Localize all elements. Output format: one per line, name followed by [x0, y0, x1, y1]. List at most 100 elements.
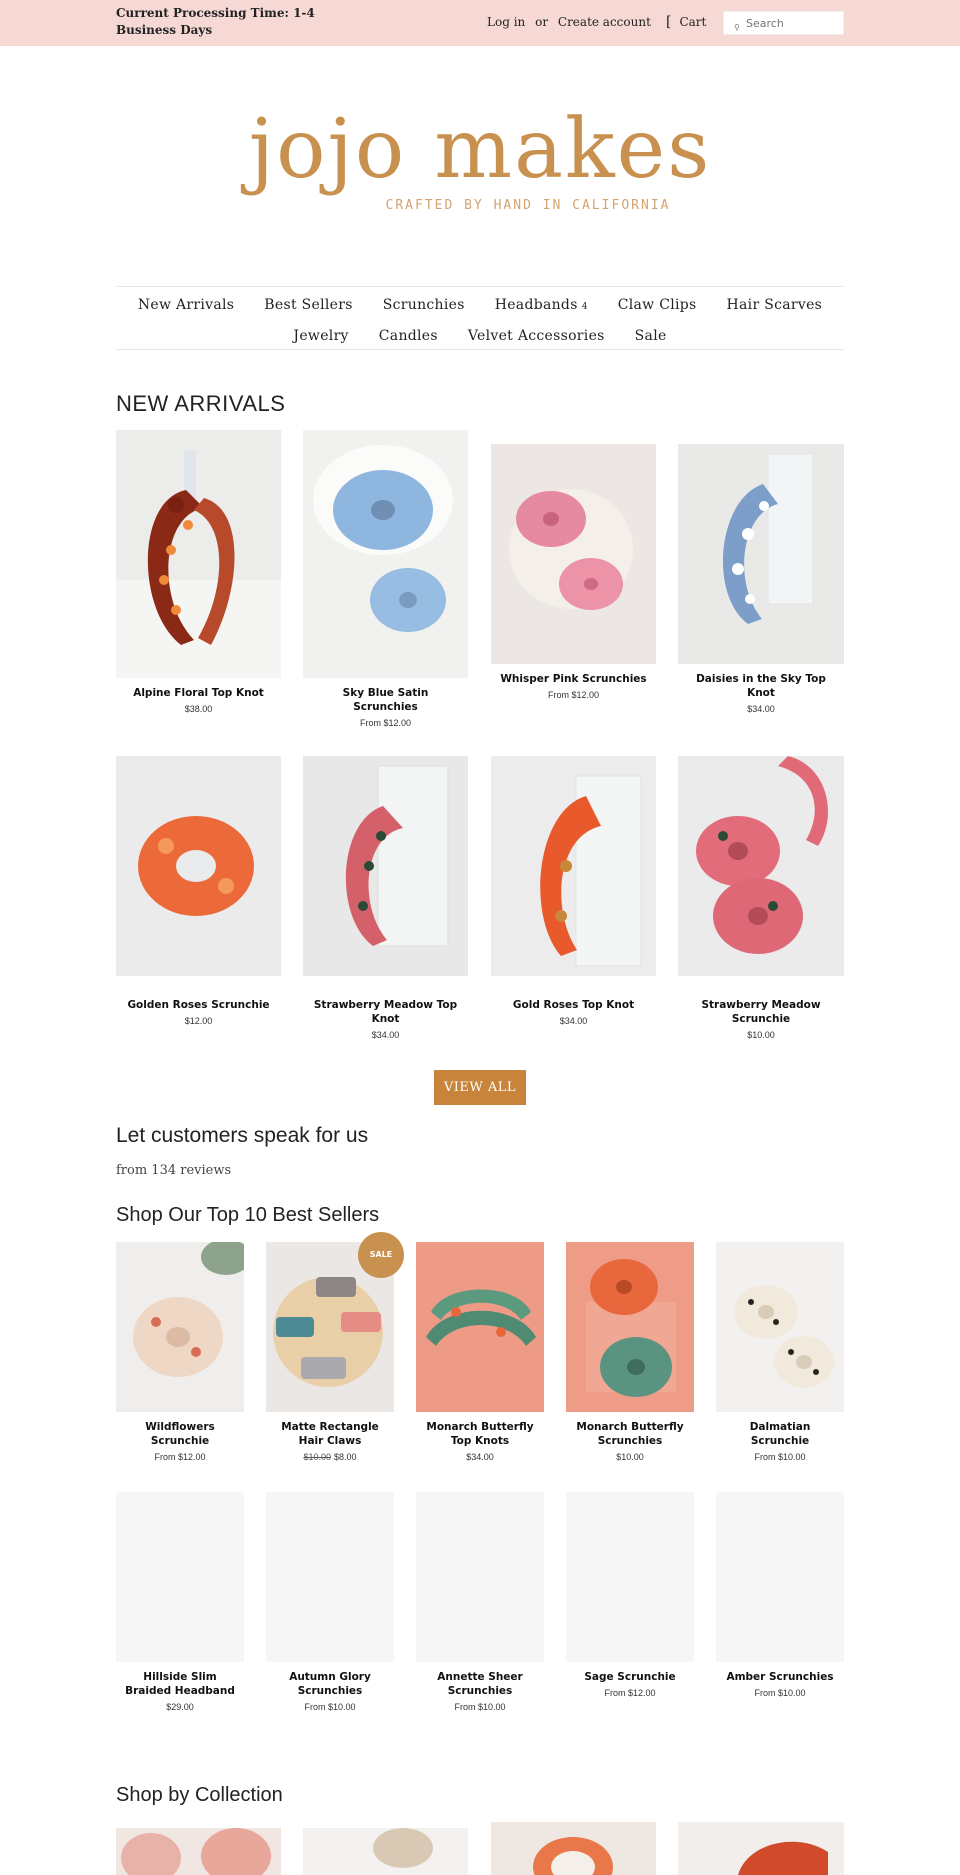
sale-price: $8.00: [334, 1452, 357, 1462]
product-price: From $12.00: [547, 690, 600, 700]
nav-new-arrivals[interactable]: New Arrivals: [138, 297, 234, 313]
product-title[interactable]: Golden Roses Scrunchie: [116, 998, 281, 1012]
product-title[interactable]: Hillside Slim Braided Headband: [116, 1670, 244, 1698]
product-price: From $12.00: [604, 1688, 656, 1698]
product-card[interactable]: Daisies in the Sky Top Knot $34.00: [678, 444, 844, 714]
product-title[interactable]: Autumn Glory Scrunchies: [266, 1670, 394, 1698]
product-price: $10.00: [747, 1030, 775, 1040]
product-image-placeholder[interactable]: [566, 1492, 694, 1662]
product-image[interactable]: [566, 1242, 694, 1412]
product-price: $12.00: [184, 1016, 213, 1026]
collection-card[interactable]: [303, 1828, 468, 1875]
scrunchie-photo: [678, 756, 844, 976]
nav-candles[interactable]: Candles: [379, 328, 438, 344]
headband-photo: [116, 430, 281, 678]
logo-wordmark: jojo makes: [248, 102, 712, 197]
product-card[interactable]: Monarch Butterfly Top Knots $34.00: [416, 1242, 544, 1462]
product-card[interactable]: Autumn Glory Scrunchies From $10.00: [266, 1492, 394, 1712]
product-image[interactable]: [116, 756, 281, 976]
product-card[interactable]: Strawberry Meadow Scrunchie $10.00: [678, 756, 844, 1040]
product-title[interactable]: Alpine Floral Top Knot: [116, 686, 281, 700]
product-card[interactable]: Strawberry Meadow Top Knot $34.00: [303, 756, 468, 1040]
product-image[interactable]: [416, 1242, 544, 1412]
product-title[interactable]: Sage Scrunchie: [566, 1670, 694, 1684]
product-card[interactable]: Wildflowers Scrunchie From $12.00: [116, 1242, 244, 1462]
nav-jewelry[interactable]: Jewelry: [293, 328, 348, 344]
new-arrivals-heading: NEW ARRIVALS: [116, 391, 286, 416]
product-title[interactable]: Dalmatian Scrunchie: [716, 1420, 844, 1448]
product-price: From $12.00: [154, 1452, 206, 1462]
product-title[interactable]: Strawberry Meadow Scrunchie: [678, 998, 844, 1026]
product-title[interactable]: Annette Sheer Scrunchies: [416, 1670, 544, 1698]
product-price: From $10.00: [754, 1452, 806, 1462]
login-link[interactable]: Log in: [487, 15, 525, 29]
product-card[interactable]: Whisper Pink Scrunchies From $12.00: [491, 444, 656, 700]
nav-sale[interactable]: Sale: [635, 328, 667, 344]
product-title[interactable]: Wildflowers Scrunchie: [116, 1420, 244, 1448]
processing-time-notice: Current Processing Time: 1-4 Business Da…: [116, 6, 315, 37]
product-title[interactable]: Monarch Butterfly Top Knots: [416, 1420, 544, 1448]
product-title[interactable]: Matte Rectangle Hair Claws: [266, 1420, 394, 1448]
product-price: $34.00: [371, 1030, 400, 1040]
product-card[interactable]: Hillside Slim Braided Headband $29.00: [116, 1492, 244, 1712]
product-card[interactable]: Golden Roses Scrunchie $12.00: [116, 756, 281, 1026]
product-card[interactable]: Amber Scrunchies From $10.00: [716, 1492, 844, 1698]
product-image-placeholder[interactable]: [716, 1492, 844, 1662]
product-image-placeholder[interactable]: [116, 1492, 244, 1662]
site-logo[interactable]: jojo makes CRAFTED BY HAND IN CALIFORNIA: [0, 100, 960, 213]
product-card[interactable]: Sage Scrunchie From $12.00: [566, 1492, 694, 1698]
nav-headbands[interactable]: Headbands 4: [495, 297, 588, 313]
product-price: $38.00: [184, 704, 213, 714]
product-image[interactable]: [303, 430, 468, 678]
reviews-count[interactable]: from 134 reviews: [116, 1163, 231, 1178]
nav-headbands-label: Headbands: [494, 296, 578, 313]
collection-image[interactable]: [116, 1828, 281, 1875]
collection-image[interactable]: [678, 1822, 844, 1875]
nav-claw-clips[interactable]: Claw Clips: [618, 297, 697, 313]
nav-velvet-accessories[interactable]: Velvet Accessories: [468, 328, 605, 344]
product-title[interactable]: Whisper Pink Scrunchies: [491, 672, 656, 686]
product-card[interactable]: Sky Blue Satin Scrunchies From $12.00: [303, 430, 468, 728]
nav-hair-scarves[interactable]: Hair Scarves: [727, 297, 823, 313]
create-account-link[interactable]: Create account: [558, 15, 651, 29]
search-box[interactable]: ⚲: [723, 11, 844, 35]
product-image[interactable]: [491, 756, 656, 976]
product-title[interactable]: Monarch Butterfly Scrunchies: [566, 1420, 694, 1448]
product-image[interactable]: [491, 444, 656, 664]
product-title[interactable]: Gold Roses Top Knot: [491, 998, 656, 1012]
product-image[interactable]: [678, 756, 844, 976]
product-card[interactable]: Monarch Butterfly Scrunchies $10.00: [566, 1242, 694, 1462]
collection-card[interactable]: [491, 1822, 656, 1875]
collection-card[interactable]: [678, 1822, 844, 1875]
cart-link[interactable]: [Cart: [666, 14, 706, 30]
scrunchie-photo: [491, 444, 656, 664]
collection-photo: [116, 1828, 281, 1875]
nav-best-sellers[interactable]: Best Sellers: [264, 297, 352, 313]
cart-label: Cart: [679, 15, 707, 29]
headband-photo: [491, 756, 656, 976]
product-card[interactable]: Dalmatian Scrunchie From $10.00: [716, 1242, 844, 1462]
product-image-placeholder[interactable]: [416, 1492, 544, 1662]
collection-image[interactable]: [303, 1828, 468, 1875]
product-image[interactable]: [716, 1242, 844, 1412]
product-card[interactable]: Alpine Floral Top Knot $38.00: [116, 430, 281, 714]
scrunchie-photo: [566, 1242, 694, 1412]
search-input[interactable]: [724, 12, 843, 35]
product-title[interactable]: Daisies in the Sky Top Knot: [678, 672, 844, 700]
collection-card[interactable]: [116, 1828, 281, 1875]
product-image[interactable]: [116, 430, 281, 678]
product-image[interactable]: [678, 444, 844, 664]
main-navigation: New Arrivals Best Sellers Scrunchies Hea…: [116, 286, 844, 350]
product-title[interactable]: Sky Blue Satin Scrunchies: [303, 686, 468, 714]
view-all-button[interactable]: VIEW ALL: [434, 1070, 526, 1105]
nav-scrunchies[interactable]: Scrunchies: [383, 297, 465, 313]
product-card[interactable]: Gold Roses Top Knot $34.00: [491, 756, 656, 1026]
product-title[interactable]: Strawberry Meadow Top Knot: [303, 998, 468, 1026]
product-title[interactable]: Amber Scrunchies: [716, 1670, 844, 1684]
collection-image[interactable]: [491, 1822, 656, 1875]
product-image[interactable]: [303, 756, 468, 976]
product-image-placeholder[interactable]: [266, 1492, 394, 1662]
product-image[interactable]: [116, 1242, 244, 1412]
product-card[interactable]: Annette Sheer Scrunchies From $10.00: [416, 1492, 544, 1712]
collection-photo: [491, 1822, 656, 1875]
